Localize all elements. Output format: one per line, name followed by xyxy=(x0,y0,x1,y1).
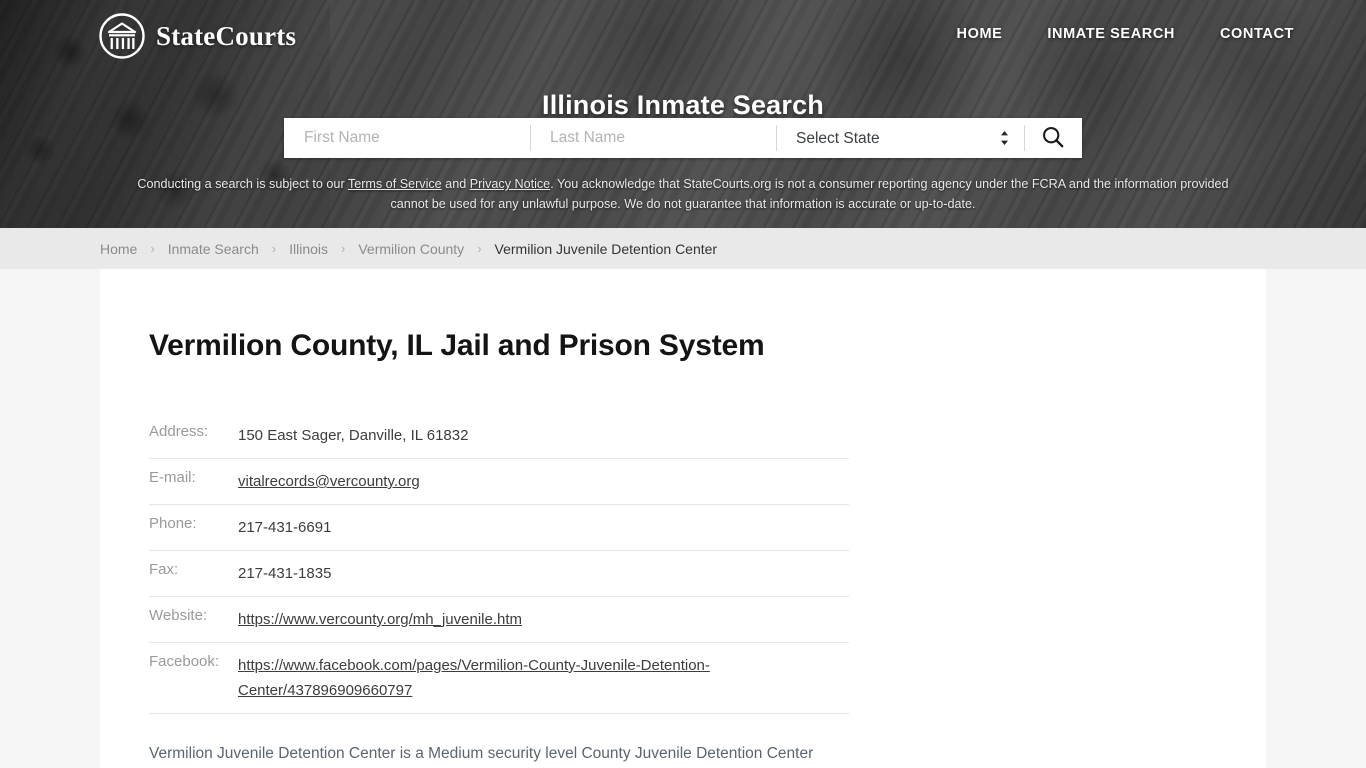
search-button[interactable] xyxy=(1024,118,1082,158)
info-value-phone: 217-431-6691 xyxy=(238,519,332,536)
facebook-link[interactable]: https://www.facebook.com/pages/Vermilion… xyxy=(238,657,710,699)
website-link[interactable]: https://www.vercounty.org/mh_juvenile.ht… xyxy=(238,611,522,628)
breadcrumb-item-vermilion-county[interactable]: Vermilion County xyxy=(358,241,464,257)
nav-home[interactable]: HOME xyxy=(957,26,1003,42)
terms-of-service-link[interactable]: Terms of Service xyxy=(348,177,442,191)
courthouse-circle-icon xyxy=(98,12,146,60)
nav-contact[interactable]: CONTACT xyxy=(1220,26,1294,42)
email-link[interactable]: vitalrecords@vercounty.org xyxy=(238,473,420,490)
table-row: Fax: 217-431-1835 xyxy=(149,551,849,597)
info-value-website: https://www.vercounty.org/mh_juvenile.ht… xyxy=(238,597,849,643)
hero-title: Illinois Inmate Search xyxy=(542,90,824,121)
state-select-wrapper: Select State xyxy=(776,118,1024,158)
table-row: Phone: 217-431-6691 xyxy=(149,505,849,551)
hero-header: StateCourts HOME INMATE SEARCH CONTACT I… xyxy=(0,0,1366,228)
nav-inmate-search[interactable]: INMATE SEARCH xyxy=(1047,26,1175,42)
breadcrumb: Home › Inmate Search › Illinois › Vermil… xyxy=(0,241,717,257)
facility-content-card: Vermilion County, IL Jail and Prison Sys… xyxy=(100,269,1266,768)
search-disclaimer: Conducting a search is subject to our Te… xyxy=(0,174,1366,214)
chevron-right-icon: › xyxy=(477,241,482,256)
magnifier-icon xyxy=(1041,125,1065,152)
breadcrumb-item-current: Vermilion Juvenile Detention Center xyxy=(494,240,718,257)
info-label-facebook: Facebook: xyxy=(149,653,220,670)
chevron-right-icon: › xyxy=(271,241,277,256)
info-value-address: 150 East Sager, Danville, IL 61832 xyxy=(238,427,469,444)
info-value-fax: 217-431-1835 xyxy=(238,565,332,582)
table-row: Facebook: https://www.facebook.com/pages… xyxy=(149,643,849,714)
info-label-fax: Fax: xyxy=(149,561,179,578)
last-name-input[interactable] xyxy=(530,118,776,158)
breadcrumb-item-illinois[interactable]: Illinois xyxy=(289,241,328,257)
info-value-facebook: https://www.facebook.com/pages/Vermilion… xyxy=(238,643,849,714)
privacy-notice-link[interactable]: Privacy Notice xyxy=(470,177,550,191)
info-label-email: E-mail: xyxy=(149,469,196,486)
page-body: Vermilion County, IL Jail and Prison Sys… xyxy=(0,269,1366,768)
facility-info-table: Address: 150 East Sager, Danville, IL 61… xyxy=(149,412,849,714)
table-row: Website: https://www.vercounty.org/mh_ju… xyxy=(149,597,849,643)
chevron-right-icon: › xyxy=(150,241,155,256)
facility-description: Vermilion Juvenile Detention Center is a… xyxy=(149,745,814,762)
state-select[interactable]: Select State xyxy=(776,118,1024,158)
table-row: Address: 150 East Sager, Danville, IL 61… xyxy=(149,412,849,459)
info-label-phone: Phone: xyxy=(149,515,197,532)
info-label-website: Website: xyxy=(149,607,208,624)
breadcrumb-bar: Home › Inmate Search › Illinois › Vermil… xyxy=(0,228,1366,269)
main-navigation: HOME INMATE SEARCH CONTACT xyxy=(957,26,1294,42)
page-title: Vermilion County, IL Jail and Prison Sys… xyxy=(149,329,765,362)
first-name-field-wrapper xyxy=(284,118,530,158)
table-row: E-mail: vitalrecords@vercounty.org xyxy=(149,459,849,505)
inmate-search-form: Select State xyxy=(284,118,1082,158)
brand-logo-link[interactable]: StateCourts xyxy=(98,12,296,60)
disclaimer-text-2: and xyxy=(441,177,470,191)
first-name-input[interactable] xyxy=(284,118,530,158)
breadcrumb-item-inmate-search[interactable]: Inmate Search xyxy=(168,241,259,257)
disclaimer-text-1: Conducting a search is subject to our xyxy=(137,177,348,191)
last-name-field-wrapper xyxy=(530,118,776,158)
chevron-right-icon: › xyxy=(341,241,346,256)
info-label-address: Address: xyxy=(149,423,209,440)
info-value-email: vitalrecords@vercounty.org xyxy=(238,459,849,505)
breadcrumb-item-home[interactable]: Home xyxy=(100,241,137,257)
brand-name: StateCourts xyxy=(156,20,297,51)
